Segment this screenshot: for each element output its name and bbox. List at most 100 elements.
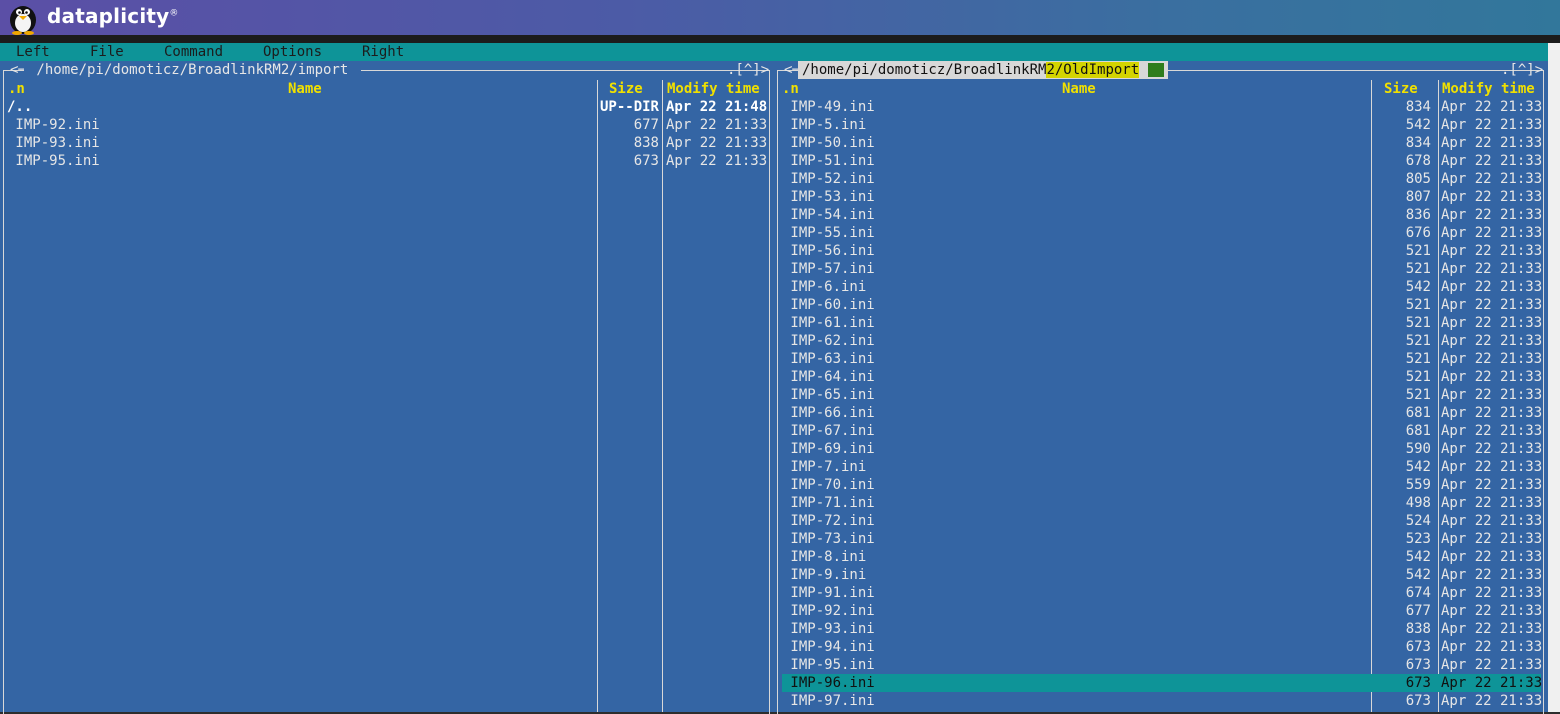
file-row[interactable]: IMP-73.ini 523 Apr 22 21:33 — [782, 530, 1543, 548]
file-row[interactable]: IMP-49.ini 834 Apr 22 21:33 — [782, 98, 1542, 116]
file-name: IMP-7.ini — [782, 459, 867, 475]
file-size: 542 — [1405, 549, 1431, 565]
left-panel-path[interactable]: /home/pi/domoticz/BroadlinkRM2/import — [24, 61, 361, 79]
right-panel[interactable]: <─ /home/pi/domoticz/BroadlinkRM2/OldImp… — [774, 61, 1548, 714]
file-row[interactable]: IMP-91.ini 674 Apr 22 21:33 — [782, 584, 1543, 602]
menu-file[interactable]: File — [90, 44, 124, 60]
file-name: IMP-5.ini — [782, 117, 867, 133]
menu-right[interactable]: Right — [362, 44, 404, 60]
file-name: IMP-55.ini — [782, 225, 875, 241]
left-header-time[interactable]: Modify time — [667, 80, 760, 98]
file-row[interactable]: IMP-93.ini 838 Apr 22 21:33 — [782, 620, 1542, 638]
file-row[interactable]: IMP-66.ini 681 Apr 22 21:33 — [782, 404, 1542, 422]
file-size: 676 — [1405, 225, 1431, 241]
left-panel-corner[interactable]: .[^]> — [727, 61, 769, 79]
file-row[interactable]: IMP-64.ini 521 Apr 22 21:33 — [782, 368, 1543, 386]
file-name: IMP-52.ini — [782, 171, 875, 187]
file-row[interactable]: IMP-69.ini 590 Apr 22 21:33 — [782, 440, 1543, 458]
file-row[interactable]: IMP-52.ini 805 Apr 22 21:33 — [782, 170, 1542, 188]
file-row[interactable]: IMP-7.ini 542 Apr 22 21:33 — [782, 458, 1542, 476]
file-name: IMP-93.ini — [7, 135, 100, 151]
file-size: 673 — [633, 153, 659, 169]
file-row[interactable]: IMP-5.ini 542 Apr 22 21:33 — [782, 116, 1542, 134]
file-size: 521 — [1405, 297, 1431, 313]
file-name: IMP-50.ini — [782, 135, 875, 151]
menu-options[interactable]: Options — [263, 44, 322, 60]
file-row[interactable]: IMP-56.ini 521 Apr 22 21:33 — [782, 242, 1542, 260]
file-modify-time: Apr 22 21:33 — [1441, 315, 1543, 331]
file-modify-time: Apr 22 21:33 — [1441, 135, 1543, 151]
file-row[interactable]: IMP-61.ini 521 Apr 22 21:33 — [782, 314, 1543, 332]
file-row[interactable]: IMP-92.ini 677 Apr 22 21:33 — [782, 602, 1542, 620]
file-row[interactable]: IMP-67.ini 681 Apr 22 21:33 — [782, 422, 1542, 440]
file-row[interactable]: IMP-6.ini 542 Apr 22 21:33 — [782, 278, 1543, 296]
file-row[interactable]: IMP-95.ini 673 Apr 22 21:33 — [782, 656, 1542, 674]
file-row[interactable]: IMP-51.ini 678 Apr 22 21:33 — [782, 152, 1542, 170]
file-size: 677 — [633, 117, 659, 133]
right-sort-indicator[interactable]: .n — [782, 80, 799, 98]
menu-left[interactable]: Left — [16, 44, 50, 60]
file-row[interactable]: IMP-96.ini 673 Apr 22 21:33 — [782, 674, 1542, 692]
file-size: 677 — [1405, 603, 1431, 619]
file-size: 836 — [1405, 207, 1431, 223]
file-modify-time: Apr 22 21:33 — [1441, 387, 1543, 403]
file-row[interactable]: IMP-63.ini 521 Apr 22 21:33 — [782, 350, 1542, 368]
file-modify-time: Apr 22 21:33 — [1441, 549, 1543, 565]
menu-command[interactable]: Command — [164, 44, 223, 60]
file-row[interactable]: IMP-50.ini 834 Apr 22 21:33 — [782, 134, 1543, 152]
file-name: IMP-71.ini — [782, 495, 875, 511]
left-sort-indicator[interactable]: .n — [8, 80, 25, 98]
left-header-name[interactable]: Name — [288, 80, 322, 98]
file-name: IMP-56.ini — [782, 243, 875, 259]
file-row[interactable]: IMP-70.ini 559 Apr 22 21:33 — [782, 476, 1543, 494]
file-row[interactable]: IMP-62.ini 521 Apr 22 21:33 — [782, 332, 1542, 350]
file-row[interactable]: IMP-54.ini 836 Apr 22 21:33 — [782, 206, 1543, 224]
right-panel-corner[interactable]: .[^]> — [1501, 61, 1543, 79]
file-row[interactable]: IMP-8.ini 542 Apr 22 21:33 — [782, 548, 1543, 566]
parent-dir-row[interactable]: /.. UP--DIR Apr 22 21:48 — [4, 98, 769, 116]
brand-logo[interactable]: dataplicity® — [47, 4, 179, 28]
right-header-size[interactable]: Size — [1384, 80, 1418, 98]
file-name: IMP-9.ini — [782, 567, 867, 583]
file-size: 542 — [1405, 459, 1431, 475]
terminal-cursor — [1147, 63, 1164, 77]
file-modify-time: Apr 22 21:33 — [1441, 279, 1543, 295]
right-header-time[interactable]: Modify time — [1442, 80, 1535, 98]
file-name: IMP-65.ini — [782, 387, 875, 403]
file-modify-time: Apr 22 21:33 — [1441, 225, 1543, 241]
file-modify-time: Apr 22 21:33 — [1441, 477, 1543, 493]
file-row[interactable]: IMP-65.ini 521 Apr 22 21:33 — [782, 386, 1543, 404]
file-modify-time: Apr 22 21:33 — [1441, 495, 1543, 511]
file-modify-time: Apr 22 21:33 — [1441, 207, 1543, 223]
left-panel[interactable]: <─ /home/pi/domoticz/BroadlinkRM2/import… — [0, 61, 774, 714]
file-modify-time: Apr 22 21:33 — [1441, 441, 1543, 457]
file-modify-time: Apr 22 21:33 — [1441, 531, 1543, 547]
left-col-divider-time — [662, 80, 663, 712]
file-row[interactable]: IMP-55.ini 676 Apr 22 21:33 — [782, 224, 1543, 242]
file-modify-time: Apr 22 21:33 — [1441, 369, 1543, 385]
file-row[interactable]: IMP-57.ini 521 Apr 22 21:33 — [782, 260, 1542, 278]
file-modify-time: Apr 22 21:33 — [1441, 585, 1543, 601]
file-row[interactable]: IMP-71.ini 498 Apr 22 21:33 — [782, 494, 1543, 512]
file-row[interactable]: IMP-94.ini 673 Apr 22 21:33 — [782, 638, 1542, 656]
file-row[interactable]: IMP-72.ini 524 Apr 22 21:33 — [782, 512, 1542, 530]
file-name: IMP-8.ini — [782, 549, 867, 565]
file-modify-time: Apr 22 21:48 — [666, 99, 768, 115]
right-header-name[interactable]: Name — [1062, 80, 1096, 98]
page-scrollbar[interactable] — [1548, 43, 1560, 712]
file-row[interactable]: IMP-9.ini 542 Apr 22 21:33 — [782, 566, 1542, 584]
file-row[interactable]: IMP-93.ini 838 Apr 22 21:33 — [4, 134, 769, 152]
menubar: Left File Command Options Right — [0, 43, 1548, 61]
file-size: 673 — [1405, 675, 1431, 691]
right-panel-path[interactable]: /home/pi/domoticz/BroadlinkRM2/OldImport — [798, 61, 1168, 79]
file-row[interactable]: IMP-92.ini 677 Apr 22 21:33 — [4, 116, 769, 134]
file-row[interactable]: IMP-95.ini 673 Apr 22 21:33 — [4, 152, 769, 170]
terminal-top-border — [0, 35, 1560, 43]
file-row[interactable]: IMP-60.ini 521 Apr 22 21:33 — [782, 296, 1542, 314]
file-size: 559 — [1405, 477, 1431, 493]
left-header-size[interactable]: Size — [609, 80, 643, 98]
file-row[interactable]: IMP-97.ini 673 Apr 22 21:33 — [782, 692, 1542, 710]
file-size: 521 — [1405, 369, 1431, 385]
file-size: 523 — [1405, 531, 1431, 547]
file-row[interactable]: IMP-53.ini 807 Apr 22 21:33 — [782, 188, 1542, 206]
